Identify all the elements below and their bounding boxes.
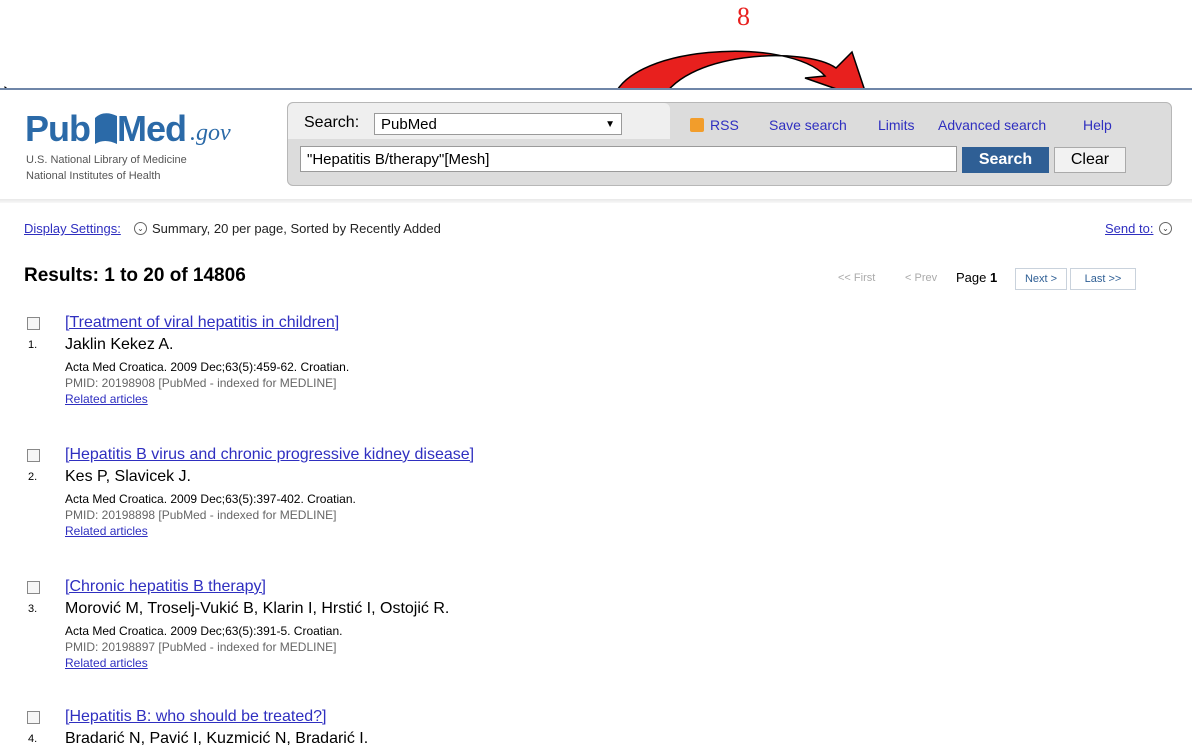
database-select[interactable]: PubMed ▼ bbox=[374, 113, 622, 135]
step-number-annotation: 8 bbox=[737, 2, 750, 31]
result-number: 4. bbox=[28, 733, 38, 745]
result-title-link[interactable]: [Chronic hepatitis B therapy] bbox=[65, 578, 266, 596]
logo-med-text: Med bbox=[117, 108, 187, 149]
nlm-label: U.S. National Library of Medicine bbox=[26, 154, 187, 166]
next-page-button[interactable]: Next > bbox=[1015, 268, 1067, 290]
result-checkbox[interactable] bbox=[27, 711, 40, 724]
display-settings-link[interactable]: Display Settings: bbox=[24, 221, 121, 236]
result-authors: Bradarić N, Pavić I, Kuzmicić N, Bradari… bbox=[65, 730, 369, 747]
result-title-link[interactable]: [Treatment of viral hepatitis in childre… bbox=[65, 314, 339, 332]
result-source: Acta Med Croatica. 2009 Dec;63(5):397-40… bbox=[65, 492, 356, 506]
result-checkbox[interactable] bbox=[27, 581, 40, 594]
search-input[interactable] bbox=[300, 146, 957, 172]
save-search-link[interactable]: Save search bbox=[769, 117, 847, 133]
send-to-link[interactable]: Send to: bbox=[1105, 221, 1153, 236]
logo-pub-text: Pub bbox=[25, 108, 91, 149]
first-page-link[interactable]: << First bbox=[838, 272, 875, 284]
last-page-button[interactable]: Last >> bbox=[1070, 268, 1136, 290]
page-number: 1 bbox=[990, 270, 998, 285]
result-source: Acta Med Croatica. 2009 Dec;63(5):391-5.… bbox=[65, 624, 343, 638]
related-articles-link[interactable]: Related articles bbox=[65, 656, 148, 670]
result-pmid: PMID: 20198898 [PubMed - indexed for MED… bbox=[65, 508, 337, 522]
clear-button[interactable]: Clear bbox=[1054, 147, 1126, 173]
search-button[interactable]: Search bbox=[962, 147, 1049, 173]
search-tab: Search: PubMed ▼ bbox=[288, 103, 670, 139]
prev-page-link[interactable]: < Prev bbox=[905, 272, 937, 284]
rss-link[interactable]: RSS bbox=[710, 117, 739, 133]
dropdown-arrow-icon: ▼ bbox=[605, 119, 615, 130]
chevron-down-icon[interactable]: ⌄ bbox=[134, 222, 147, 235]
logo-gov-text: .gov bbox=[190, 120, 231, 146]
related-articles-link[interactable]: Related articles bbox=[65, 392, 148, 406]
nih-label: National Institutes of Health bbox=[26, 170, 161, 182]
results-count-title: Results: 1 to 20 of 14806 bbox=[24, 265, 246, 286]
book-icon bbox=[95, 113, 117, 144]
rss-icon[interactable] bbox=[690, 118, 704, 132]
result-authors: Jaklin Kekez A. bbox=[65, 336, 174, 353]
header-divider bbox=[0, 199, 1192, 203]
related-articles-link[interactable]: Related articles bbox=[65, 524, 148, 538]
result-number: 1. bbox=[28, 339, 38, 351]
display-summary: Summary, 20 per page, Sorted by Recently… bbox=[152, 221, 441, 236]
page-label: Page bbox=[956, 270, 987, 285]
search-label: Search: bbox=[304, 114, 360, 131]
result-checkbox[interactable] bbox=[27, 317, 40, 330]
chevron-down-icon[interactable]: ⌄ bbox=[1159, 222, 1172, 235]
database-select-value: PubMed bbox=[381, 116, 437, 133]
result-title-link[interactable]: [Hepatitis B: who should be treated?] bbox=[65, 708, 327, 726]
limits-link[interactable]: Limits bbox=[878, 117, 915, 133]
result-title-link[interactable]: [Hepatitis B virus and chronic progressi… bbox=[65, 446, 474, 464]
result-number: 3. bbox=[28, 603, 38, 615]
search-panel: Search: PubMed ▼ RSS Save search Limits … bbox=[287, 102, 1172, 186]
result-authors: Kes P, Slavicek J. bbox=[65, 468, 191, 485]
result-checkbox[interactable] bbox=[27, 449, 40, 462]
page-indicator[interactable]: Page 1 bbox=[956, 270, 997, 285]
result-number: 2. bbox=[28, 471, 38, 483]
result-source: Acta Med Croatica. 2009 Dec;63(5):459-62… bbox=[65, 360, 350, 374]
pubmed-header: Pub Med .gov U.S. National Library of Me… bbox=[0, 88, 1192, 203]
result-pmid: PMID: 20198908 [PubMed - indexed for MED… bbox=[65, 376, 337, 390]
advanced-search-link[interactable]: Advanced search bbox=[938, 117, 1046, 133]
result-authors: Morović M, Troselj-Vukić B, Klarin I, Hr… bbox=[65, 600, 450, 617]
help-link[interactable]: Help bbox=[1083, 117, 1112, 133]
result-pmid: PMID: 20198897 [PubMed - indexed for MED… bbox=[65, 640, 337, 654]
